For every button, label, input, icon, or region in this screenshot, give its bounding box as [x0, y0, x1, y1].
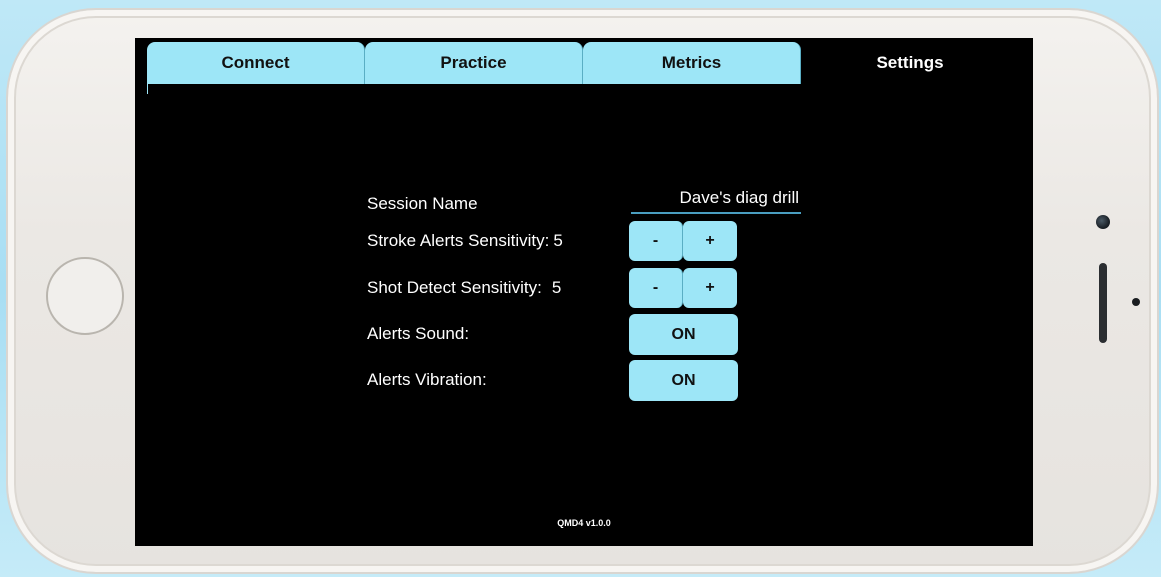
- tab-settings[interactable]: Settings: [801, 42, 1019, 84]
- session-name-row: Session Name: [367, 184, 807, 224]
- tab-connect[interactable]: Connect: [147, 42, 365, 84]
- stroke-alerts-row: Stroke Alerts Sensitivity: 5 - +: [367, 221, 807, 261]
- shot-detect-label: Shot Detect Sensitivity:: [367, 278, 542, 297]
- stroke-alerts-stepper: - +: [629, 221, 737, 261]
- tab-practice[interactable]: Practice: [365, 42, 583, 84]
- shot-detect-stepper: - +: [629, 268, 737, 308]
- tab-bar: Connect Practice Metrics Settings: [147, 42, 1021, 84]
- alerts-sound-row: Alerts Sound: ON: [367, 314, 807, 355]
- session-name-label: Session Name: [367, 194, 478, 213]
- stroke-alerts-value: 5: [553, 231, 563, 250]
- alerts-sound-label: Alerts Sound:: [367, 324, 470, 343]
- version-label: QMD4 v1.0.0: [557, 518, 611, 528]
- tab-metrics[interactable]: Metrics: [583, 42, 801, 84]
- shot-detect-increase-button[interactable]: +: [683, 268, 737, 308]
- alerts-sound-toggle[interactable]: ON: [629, 314, 738, 355]
- stroke-alerts-increase-button[interactable]: +: [683, 221, 737, 261]
- shot-detect-decrease-button[interactable]: -: [629, 268, 683, 308]
- shot-detect-row: Shot Detect Sensitivity: 5 - +: [367, 268, 807, 308]
- sensor-dot: [1132, 298, 1140, 306]
- home-button[interactable]: [46, 257, 124, 335]
- tab-divider: [147, 84, 148, 94]
- camera-icon: [1096, 215, 1110, 229]
- app-screen: Connect Practice Metrics Settings Sessio…: [135, 38, 1033, 546]
- stroke-alerts-decrease-button[interactable]: -: [629, 221, 683, 261]
- session-name-input[interactable]: [631, 184, 801, 214]
- speaker-grille: [1099, 263, 1107, 343]
- shot-detect-value: 5: [551, 278, 562, 297]
- alerts-vibration-row: Alerts Vibration: ON: [367, 360, 807, 401]
- stroke-alerts-label: Stroke Alerts Sensitivity:: [367, 231, 550, 250]
- alerts-vibration-toggle[interactable]: ON: [629, 360, 738, 401]
- alerts-vibration-label: Alerts Vibration:: [367, 370, 487, 389]
